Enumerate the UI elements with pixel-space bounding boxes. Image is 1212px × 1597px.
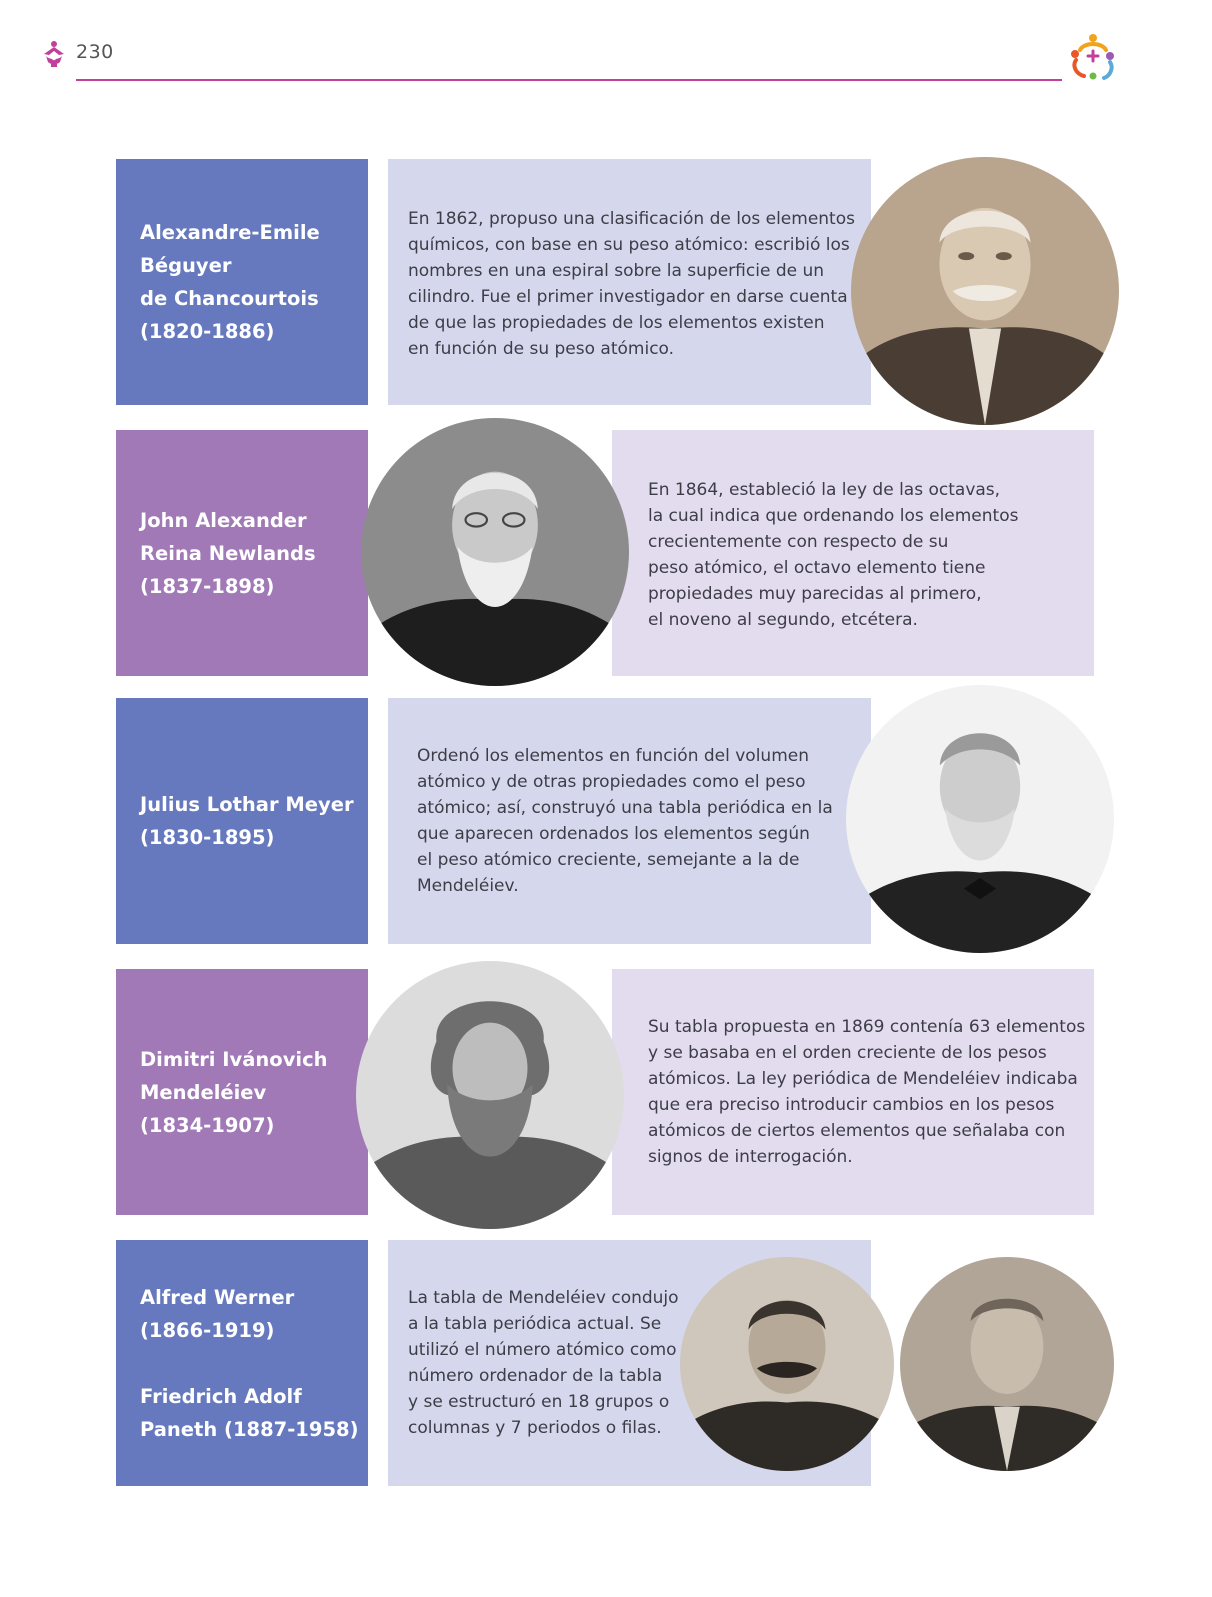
portrait-mendeleiev <box>356 961 624 1229</box>
description-line: que era preciso introducir cambios en lo… <box>648 1095 1055 1115</box>
name-gap <box>140 1347 368 1380</box>
floral-ornament-icon <box>40 38 68 68</box>
description-line: nombres en una espiral sobre la superfic… <box>408 261 825 281</box>
scientist-name-newlands: John Alexander Reina Newlands (1837-1898… <box>116 430 368 676</box>
description-line: en función de su peso atómico. <box>408 339 675 359</box>
scientist-name-meyer: Julius Lothar Meyer (1830-1895) <box>116 698 368 944</box>
description-line: atómico; así, construyó una tabla periód… <box>417 798 833 818</box>
description-line: atómico y de otras propiedades como el p… <box>417 772 806 792</box>
description-line: la cual indica que ordenando los element… <box>648 506 1019 526</box>
description-line: el noveno al segundo, etcétera. <box>648 610 918 630</box>
name-line: Béguyer <box>140 254 232 277</box>
description-line: Ordenó los elementos en función del volu… <box>417 746 809 766</box>
name-line: (1830-1895) <box>140 826 275 849</box>
name-line: (1820-1886) <box>140 320 275 343</box>
portrait-newlands <box>361 418 629 686</box>
name-line: Friedrich Adolf <box>140 1384 302 1408</box>
description-line: y se basaba en el orden creciente de los… <box>648 1043 1047 1063</box>
portrait-paneth <box>900 1257 1114 1471</box>
description-line: En 1862, propuso una clasificación de lo… <box>408 209 855 229</box>
scientist-description-meyer: Ordenó los elementos en función del volu… <box>388 698 871 944</box>
description-line: signos de interrogación. <box>648 1147 853 1167</box>
description-line: de que las propiedades de los elementos … <box>408 313 825 333</box>
page-number: 230 <box>76 41 114 63</box>
description-line: Mendeléiev. <box>417 876 519 896</box>
description-line: cilindro. Fue el primer investigador en … <box>408 287 848 307</box>
people-circle-logo <box>1066 30 1120 84</box>
description-line: atómicos de ciertos elementos que señala… <box>648 1121 1066 1141</box>
description-line: atómicos. La ley periódica de Mendeléiev… <box>648 1069 1078 1089</box>
name-line: Dimitri Ivánovich <box>140 1047 328 1071</box>
name-line: Reina Newlands <box>140 541 316 565</box>
name-line: (1837-1898) <box>140 574 275 598</box>
name-line: (1834-1907) <box>140 1113 275 1137</box>
scientist-description-newlands: En 1864, estableció la ley de las octava… <box>612 430 1094 676</box>
description-line: el peso atómico creciente, semejante a l… <box>417 850 800 870</box>
header-rule <box>76 79 1062 81</box>
portrait-meyer <box>846 685 1114 953</box>
name-line: Julius Lothar Meyer <box>140 793 354 816</box>
scientist-description-chancourtois: En 1862, propuso una clasificación de lo… <box>388 159 871 405</box>
name-line: Mendeléiev <box>140 1080 267 1104</box>
scientist-name-chancourtois: Alexandre-Emile Béguyer de Chancourtois … <box>116 159 368 405</box>
description-line: crecientemente con respecto de su <box>648 532 949 552</box>
description-line: propiedades muy parecidas al primero, <box>648 584 982 604</box>
description-line: peso atómico, el octavo elemento tiene <box>648 558 986 578</box>
name-line: John Alexander <box>140 508 307 532</box>
scientist-description-mendeleiev: Su tabla propuesta en 1869 contenía 63 e… <box>612 969 1094 1215</box>
description-line: químicos, con base en su peso atómico: e… <box>408 235 850 255</box>
scientist-name-mendeleiev: Dimitri Ivánovich Mendeléiev (1834-1907) <box>116 969 368 1215</box>
description-line: En 1864, estableció la ley de las octava… <box>648 480 1001 500</box>
name-line: Alfred Werner <box>140 1285 295 1309</box>
name-line: de Chancourtois <box>140 287 319 310</box>
description-line: que aparecen ordenados los elementos seg… <box>417 824 810 844</box>
name-line: Paneth (1887-1958) <box>140 1417 359 1441</box>
name-line: Alexandre-Emile <box>140 221 320 244</box>
name-line: (1866-1919) <box>140 1318 275 1342</box>
portrait-chancourtois <box>851 157 1119 425</box>
description-line: Su tabla propuesta en 1869 contenía 63 e… <box>648 1017 1086 1037</box>
scientist-name-werner-paneth: Alfred Werner (1866-1919) Friedrich Adol… <box>116 1240 368 1486</box>
portrait-werner <box>680 1257 894 1471</box>
